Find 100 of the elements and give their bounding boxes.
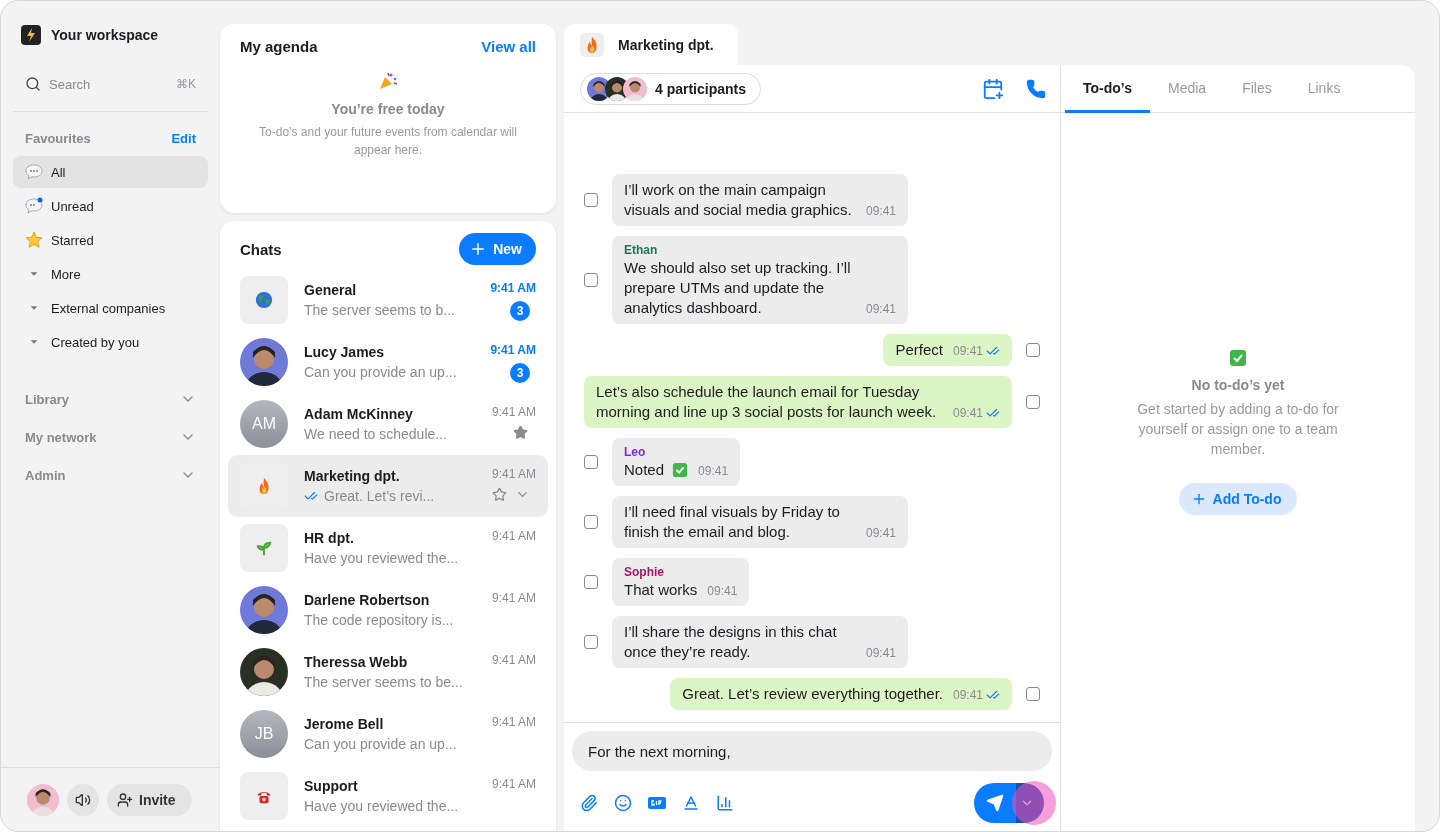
message-time: 09:41 <box>698 463 729 480</box>
new-chat-button[interactable]: New <box>459 233 536 265</box>
message-text: Great. Let’s review everything together. <box>682 684 943 704</box>
invite-button[interactable]: Invite <box>107 783 192 816</box>
chat-item[interactable]: HR dpt. Have you reviewed the... 9:41 AM <box>228 517 548 579</box>
chat-item[interactable]: AM Adam McKinney We need to schedule... 9:41 AM <box>228 393 548 455</box>
message-time: 09:41 <box>866 645 897 662</box>
touch-indicator <box>1012 781 1056 825</box>
add-user-icon <box>117 791 133 808</box>
star-icon[interactable] <box>513 425 528 440</box>
sidebar-item[interactable]: Unread <box>13 190 208 222</box>
chat-time: 9:41 AM <box>491 777 536 791</box>
sidebar-item[interactable]: Created by you <box>13 326 208 358</box>
message-time: 09:41 <box>952 343 983 360</box>
chat-name: Support <box>304 778 359 794</box>
message-text: I’ll share the designs in this chat once they’re ready. <box>624 622 838 662</box>
message-time: 09:41 <box>866 301 897 318</box>
emoji-icon[interactable] <box>614 794 632 812</box>
sidebar-item[interactable]: Starred <box>13 224 208 256</box>
message-text: That works <box>624 580 698 600</box>
gif-icon[interactable] <box>648 797 666 809</box>
attach-icon[interactable] <box>580 794 598 812</box>
read-receipt-icon <box>986 344 1000 358</box>
message-checkbox[interactable] <box>584 273 598 287</box>
sound-button[interactable] <box>67 783 99 816</box>
send-options-button[interactable] <box>1016 783 1044 823</box>
send-button[interactable] <box>974 783 1016 823</box>
message-checkbox[interactable] <box>584 455 598 469</box>
workspace-title: Your workspace <box>51 27 159 43</box>
chat-preview: The server seems to b... <box>304 302 455 318</box>
section-title: Favourites <box>25 130 91 146</box>
message-text: Noted <box>624 460 665 480</box>
message-checkbox[interactable] <box>1026 687 1040 701</box>
conversation-tab[interactable]: Marketing dpt. <box>564 24 738 65</box>
sidebar-item[interactable]: All <box>13 156 208 188</box>
schedule-button[interactable] <box>982 77 1004 100</box>
chat-time: 9:41 AM <box>491 591 536 605</box>
chat-name: HR dpt. <box>304 530 355 546</box>
details-tab[interactable]: To-do’s <box>1065 65 1150 113</box>
chat-preview: Great. Let’s revi... <box>324 488 435 504</box>
star-icon[interactable] <box>492 487 507 502</box>
sender-name: Ethan <box>624 242 659 258</box>
speaker-icon <box>75 791 91 808</box>
initials-avatar: JB <box>240 710 288 758</box>
sprout-icon <box>255 539 273 557</box>
poll-icon[interactable] <box>716 794 734 812</box>
message-time: 09:41 <box>952 405 983 422</box>
chat-name: Adam McKinney <box>304 406 414 422</box>
message-text: I’ll work on the main campaign visuals and social media graphics. <box>624 180 853 220</box>
message-text: We should also set up tracking. I’ll prepare UTMs and update the analytics dashboard. <box>624 258 852 318</box>
empty-text: To-do’s and your future events from calendar will appear here. <box>258 124 518 159</box>
message-time: 09:41 <box>707 583 738 600</box>
sidebar-item[interactable]: More <box>13 258 208 290</box>
check-mark-icon <box>1229 349 1247 367</box>
unread-badge: 3 <box>510 363 530 383</box>
message-field[interactable]: For the next morning, <box>572 731 1052 771</box>
chat-time: 9:41 AM <box>491 529 536 543</box>
chat-preview: The server seems to be... <box>304 674 463 690</box>
chat-time: 9:41 AM <box>491 405 536 419</box>
message-checkbox[interactable] <box>584 193 598 207</box>
sidebar-item[interactable]: External companies <box>13 292 208 324</box>
star-icon <box>25 231 43 249</box>
send-icon <box>986 794 1004 812</box>
chat-preview: We need to schedule... <box>304 426 447 442</box>
view-all-link[interactable]: View all <box>481 38 536 55</box>
message-checkbox[interactable] <box>584 515 598 529</box>
text-format-icon[interactable] <box>682 794 700 812</box>
chats-title: Chats <box>240 240 282 258</box>
globe-icon <box>255 291 273 309</box>
message-text: Perfect <box>895 340 943 360</box>
empty-title: No to-do’s yet <box>1191 377 1285 393</box>
empty-text: Get started by adding a to-do for yourself or assign one to a team member. <box>1136 400 1340 459</box>
chat-item[interactable]: General The server seems to b... 9:41 AM 3 <box>228 269 548 331</box>
chat-time: 9:41 AM <box>490 343 536 357</box>
initials-avatar: AM <box>240 400 288 448</box>
message-time: 09:41 <box>866 525 897 542</box>
chat-preview: Have you reviewed the... <box>304 550 459 566</box>
chat-time: 9:41 AM <box>491 653 536 667</box>
workspace-logo <box>21 25 41 45</box>
sender-name: Sophie <box>624 564 665 580</box>
call-button[interactable] <box>1026 78 1046 99</box>
chat-item[interactable]: Support Have you reviewed the... 9:41 AM <box>228 765 548 827</box>
chat-name: General <box>304 282 358 298</box>
edit-link[interactable]: Edit <box>171 130 196 146</box>
chat-name: Jerome Bell <box>304 716 385 732</box>
chat-preview: Can you provide an up... <box>304 364 457 380</box>
chat-item[interactable]: Marketing dpt. Great. Let’s revi... 9:41 AM <box>228 455 548 517</box>
message-checkbox[interactable] <box>1026 395 1040 409</box>
chat-name: Lucy James <box>304 344 386 360</box>
message-text: Let’s also schedule the launch email for Tuesday morning and line up 3 social posts for launch week. <box>596 382 938 422</box>
read-receipt-icon <box>986 688 1000 702</box>
message-checkbox[interactable] <box>584 575 598 589</box>
phone-icon <box>1026 78 1046 99</box>
message-checkbox[interactable] <box>1026 343 1040 357</box>
chat-name: Darlene Robertson <box>304 592 431 608</box>
calendar-add-icon <box>982 77 1004 100</box>
message-checkbox[interactable] <box>584 635 598 649</box>
chat-name: Theressa Webb <box>304 654 409 670</box>
participants-button[interactable]: 4 participants <box>580 72 762 105</box>
chat-item[interactable]: JB Jerome Bell Can you provide an up... 9:41 AM <box>228 703 548 765</box>
